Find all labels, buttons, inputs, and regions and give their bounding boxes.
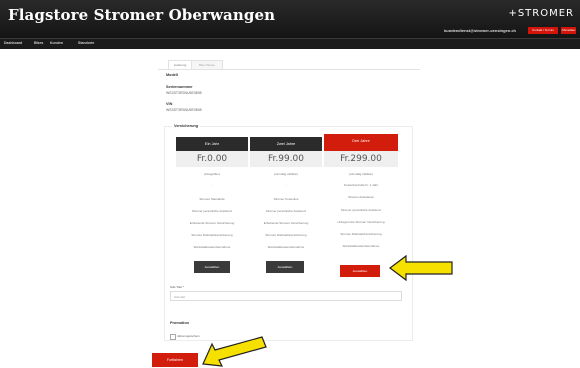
plan-3-feature: Stromer Diebstahlversicherung (340, 232, 382, 236)
nav-item-dashboard[interactable]: Dashboard (4, 41, 22, 45)
plan-1-select-button[interactable]: Auswählen (194, 261, 230, 273)
vin-value: WS3ST3R3NU5E0808 (166, 108, 202, 112)
plan-3-feature: Stromer persönliche Assistenz (340, 208, 382, 212)
stromer-logo: +STROMER (508, 8, 574, 19)
voucher-checkbox-label: Aktionsgutschein (177, 334, 200, 338)
plan-2-select-button[interactable]: Auswählen (266, 261, 304, 273)
logout-button[interactable]: Abmelden (561, 27, 576, 34)
plan-2-feature: Stromer Diebstahlversicherung (265, 233, 307, 237)
plan-2-header: Zwei Jahre (250, 137, 322, 151)
plan-3-feature: Stromer Assistance (348, 195, 374, 199)
plan-1-feature: Stromer Diebstahlversicherung (191, 233, 233, 237)
plan-2-feature: - (285, 183, 287, 187)
plan-3-note: (einmalig zahlbar) (349, 172, 373, 176)
tab-lieferung[interactable]: Lieferung (168, 60, 192, 69)
plan-3-feature: Werkstattkostenübernahme (342, 244, 380, 248)
insurance-label: Versicherung (172, 124, 201, 128)
plan-2-feature: Stromer Kostenlos (273, 197, 299, 201)
plan-2-feature: Werkstattkostenübernahme (267, 245, 305, 249)
tab-bike-pakete[interactable]: Bike Pakete (191, 60, 223, 69)
main-nav: Dashboard Bikes Kunden Standorte (0, 38, 580, 49)
nav-item-kunden[interactable]: Kunden (50, 41, 63, 45)
plan-3-feature: Unbegrenzte Stromer Versicherung (337, 220, 385, 224)
continue-button[interactable]: Fortfahren (152, 353, 198, 367)
contact-button[interactable]: Kontakt / Termin (528, 27, 558, 34)
plan-1-note: (inbegriffen) (204, 172, 220, 176)
plan-1-feature: - (211, 183, 213, 187)
promotion-label: Promotion (170, 321, 189, 325)
modell-label: Modell (166, 73, 179, 77)
custom-field-label: Sub-Titel * (170, 285, 184, 289)
plan-1-feature: Werkstattkostenübernahme (193, 245, 231, 249)
plan-1-header: Ein Jahr (176, 137, 248, 151)
tab-bar: Lieferung Bike Pakete (158, 60, 420, 70)
plan-1-price: Fr.0.00 (176, 151, 248, 167)
plan-3-header: Drei Jahre (324, 134, 398, 151)
plan-2-price: Fr.99.00 (250, 151, 322, 167)
main-content: Lieferung Bike Pakete Modell Seriennumme… (152, 56, 420, 367)
custom-field-input[interactable]: Sub-titel (170, 291, 402, 301)
arrow-annotation-icon (389, 254, 453, 282)
top-bar: Flagstore Stromer Oberwangen +STROMER ku… (0, 0, 580, 38)
store-title: Flagstore Stromer Oberwangen (8, 6, 276, 24)
voucher-checkbox[interactable] (170, 334, 176, 340)
plan-1-feature: Erhebende Stromer Versicherung (189, 221, 235, 225)
vin-label: VIN (166, 102, 173, 106)
plan-2-feature: Stromer persönliche Assistenz (265, 209, 307, 213)
account-email[interactable]: kundendienst@stromer-oensingen.ch (444, 28, 516, 33)
plan-3-select-button[interactable]: Auswählen (340, 265, 380, 277)
plan-3-price: Fr.299.00 (324, 151, 398, 167)
plan-3-feature: Kostenkontrolle Fr. 1 Jahr (343, 183, 379, 187)
plan-2-note: (einmalig zahlbar) (274, 172, 298, 176)
plan-1-feature: Stromer persönliche Assistenz (191, 209, 233, 213)
nav-item-bikes[interactable]: Bikes (34, 41, 43, 45)
serial-value: WS3ST3R3NU5E0808 (166, 91, 202, 95)
plan-2-feature: Erhebende Stromer Versicherung (263, 221, 309, 225)
arrow-annotation-icon (202, 336, 267, 367)
serial-label: Seriennummer (166, 85, 193, 89)
plan-1-feature: Stromer Standarde (199, 197, 225, 201)
nav-item-standorte[interactable]: Standorte (78, 41, 94, 45)
